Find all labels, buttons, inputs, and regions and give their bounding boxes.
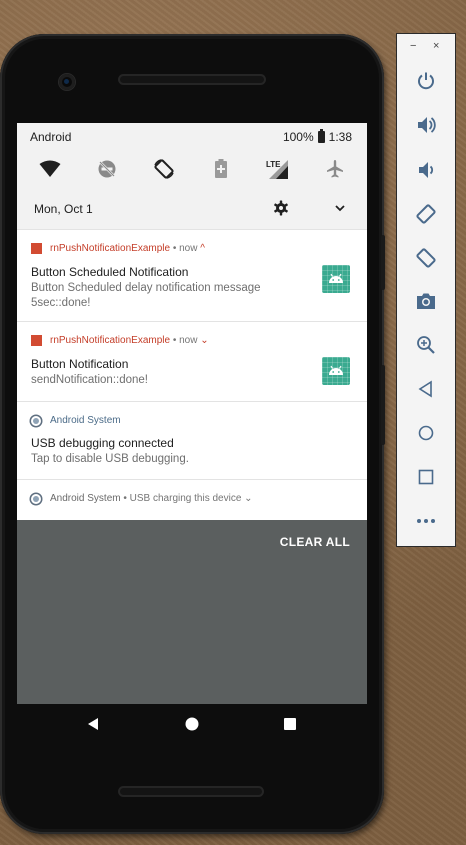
auto-rotate-icon[interactable] xyxy=(150,155,178,183)
notification-button[interactable]: rnPushNotificationExample • now ⌄ Button… xyxy=(17,321,367,401)
volume-up-icon[interactable] xyxy=(414,113,438,137)
notification-title: Button Scheduled Notification xyxy=(31,265,189,279)
gear-icon[interactable] xyxy=(273,200,289,216)
notification-time: • now xyxy=(170,335,201,346)
back-icon[interactable] xyxy=(85,716,101,732)
front-camera xyxy=(59,74,75,90)
close-button[interactable]: × xyxy=(433,40,439,52)
minimize-button[interactable]: − xyxy=(410,40,416,52)
wifi-icon[interactable] xyxy=(36,155,64,183)
notification-text: sendNotification::done! xyxy=(31,374,148,386)
notification-header: Android System • USB charging this devic… xyxy=(31,493,253,504)
clear-all-button[interactable]: CLEAR ALL xyxy=(280,535,350,549)
notification-header: Android System xyxy=(31,415,121,426)
battery-icon xyxy=(317,129,325,143)
android-thumbnail-icon xyxy=(322,357,350,385)
power-icon[interactable] xyxy=(414,69,438,93)
rotate-left-icon[interactable] xyxy=(414,202,438,226)
svg-text:LTE: LTE xyxy=(266,160,281,169)
notification-usb-debugging[interactable]: Android System USB debugging connected T… xyxy=(17,401,367,479)
app-name: Android System xyxy=(50,493,121,504)
notification-usb-charging[interactable]: Android System • USB charging this devic… xyxy=(17,479,367,520)
notification-header: rnPushNotificationExample • now ^ xyxy=(31,243,205,254)
notification-text: Button Scheduled delay notification mess… xyxy=(31,282,261,309)
overview-icon[interactable] xyxy=(414,465,438,489)
notification-scheduled[interactable]: rnPushNotificationExample • now ^ Button… xyxy=(17,229,367,321)
camera-icon[interactable] xyxy=(414,289,438,313)
chevron-down-icon[interactable]: ⌄ xyxy=(244,493,252,504)
notification-summary: • USB charging this device xyxy=(120,493,245,504)
chevron-down-icon[interactable]: ⌄ xyxy=(200,335,208,346)
quick-settings-row: LTE xyxy=(17,151,367,187)
app-name: rnPushNotificationExample xyxy=(50,243,171,254)
android-thumbnail-icon xyxy=(322,265,350,293)
chevron-down-icon[interactable] xyxy=(333,201,347,215)
status-right: 100% 1:38 xyxy=(282,129,352,144)
navigation-bar xyxy=(17,704,367,744)
phone-screen: Android 100% 1:38 LTE Mon, Oct 1 rnPushN… xyxy=(17,123,367,704)
chevron-up-icon[interactable]: ^ xyxy=(200,243,205,254)
battery-percent: 100% xyxy=(282,130,314,144)
volume-down-icon[interactable] xyxy=(414,158,438,182)
toolbar-window-controls: − × xyxy=(397,40,455,54)
airplane-mode-icon[interactable] xyxy=(321,155,349,183)
do-not-disturb-off-icon[interactable] xyxy=(93,155,121,183)
bottom-speaker xyxy=(118,786,264,797)
notification-title: USB debugging connected xyxy=(31,436,174,450)
emulator-toolbar: − × xyxy=(396,33,456,547)
side-button-volume xyxy=(381,365,385,445)
android-system-icon xyxy=(31,415,41,426)
side-button-power xyxy=(381,235,385,290)
notification-title: Button Notification xyxy=(31,357,129,371)
notification-header: rnPushNotificationExample • now ⌄ xyxy=(31,335,209,346)
lte-signal-icon[interactable]: LTE xyxy=(264,155,292,183)
carrier-label: Android xyxy=(30,130,72,144)
android-system-icon xyxy=(31,493,41,504)
rotate-right-icon[interactable] xyxy=(414,246,438,270)
battery-saver-icon[interactable] xyxy=(207,155,235,183)
notification-time: • now xyxy=(170,243,201,254)
date-label: Mon, Oct 1 xyxy=(34,202,93,216)
back-icon[interactable] xyxy=(414,377,438,401)
app-name: Android System xyxy=(50,415,121,426)
app-name: rnPushNotificationExample xyxy=(50,335,171,346)
clock: 1:38 xyxy=(328,130,352,144)
status-bar: Android 100% 1:38 xyxy=(17,123,367,149)
home-icon[interactable] xyxy=(414,421,438,445)
app-icon xyxy=(31,335,42,346)
home-icon[interactable] xyxy=(184,716,200,732)
more-icon[interactable] xyxy=(414,509,438,533)
notification-shade: Android 100% 1:38 LTE Mon, Oct 1 rnPushN… xyxy=(17,123,367,520)
zoom-icon[interactable] xyxy=(414,333,438,357)
app-icon xyxy=(31,243,42,254)
notification-text: Tap to disable USB debugging. xyxy=(31,453,189,465)
overview-icon[interactable] xyxy=(282,716,298,732)
earpiece-speaker xyxy=(118,74,266,85)
date-row: Mon, Oct 1 xyxy=(17,195,367,223)
